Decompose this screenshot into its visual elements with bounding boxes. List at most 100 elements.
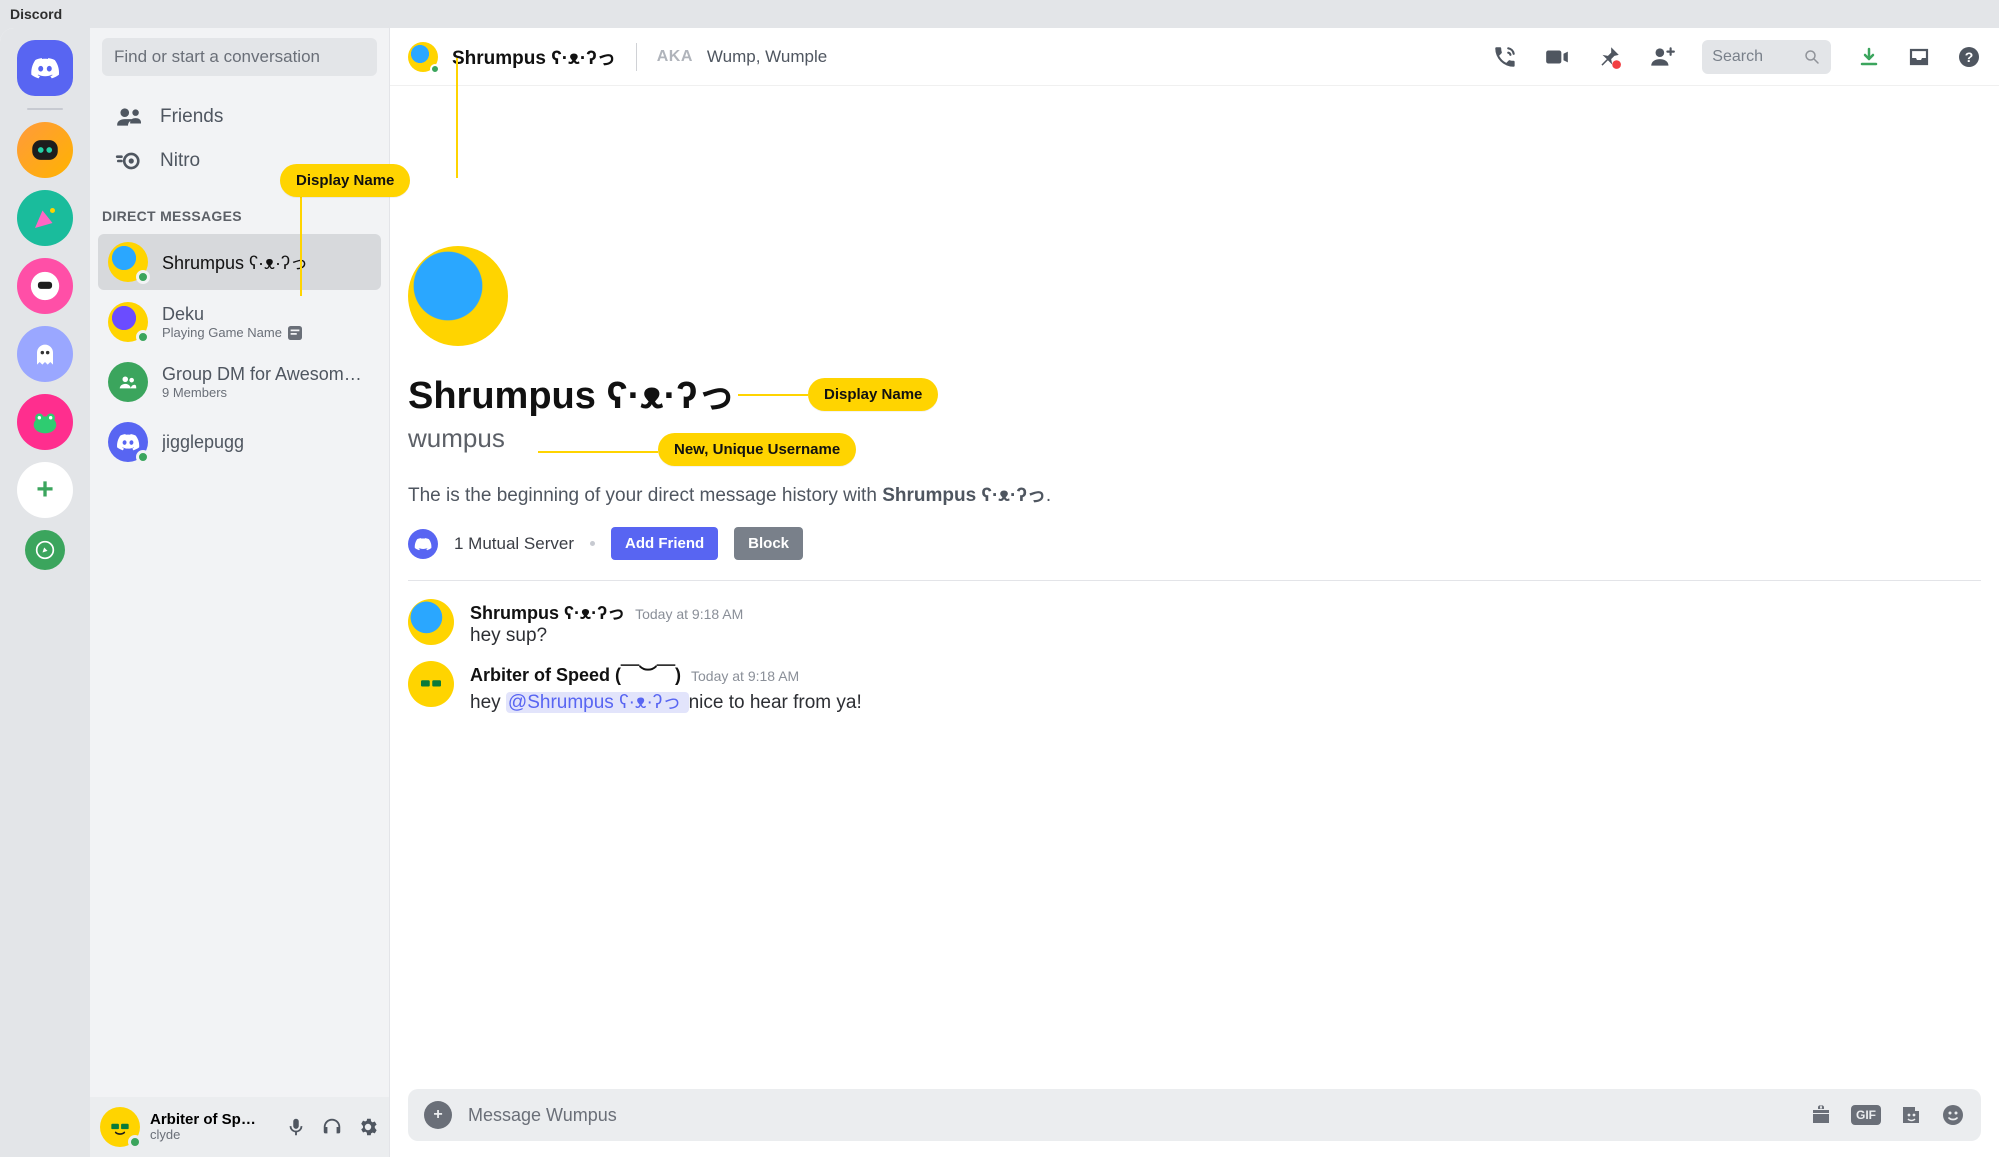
home-button[interactable]: [17, 40, 73, 96]
self-info[interactable]: Arbiter of Sp… clyde: [150, 1111, 275, 1143]
aka-label: AKA: [657, 48, 693, 66]
party-icon: [30, 203, 60, 233]
svg-text:?: ?: [1965, 49, 1974, 65]
friends-nav[interactable]: Friends: [98, 96, 381, 138]
dm-name: Shrumpus ʕ·ᴥ·ʔっ: [162, 249, 308, 275]
person-plus-icon: [1648, 44, 1676, 70]
emoji-icon: [1941, 1103, 1965, 1127]
dm-item-jigglepugg[interactable]: jigglepugg: [98, 414, 381, 470]
pinned-messages-button[interactable]: [1596, 44, 1622, 70]
user-footer: Arbiter of Sp… clyde: [90, 1097, 389, 1157]
app-frame: + Find or start a conversation Friends N…: [0, 28, 1999, 1157]
block-button[interactable]: Block: [734, 527, 803, 560]
avatar: [108, 242, 148, 282]
header-divider: [636, 43, 637, 71]
message-avatar[interactable]: [408, 599, 454, 645]
dm-activity: Playing Game Name: [162, 325, 302, 340]
server-icon-1[interactable]: [17, 122, 73, 178]
emoji-button[interactable]: [1941, 1103, 1965, 1127]
gear-icon: [357, 1116, 379, 1138]
dm-item-deku[interactable]: Deku Playing Game Name: [98, 294, 381, 350]
attach-button[interactable]: +: [424, 1101, 452, 1129]
add-friends-to-dm-button[interactable]: [1648, 44, 1676, 70]
rail-separator: [27, 108, 63, 110]
explore-servers-button[interactable]: [25, 530, 65, 570]
message-author[interactable]: Arbiter of Speed (￣︶￣): [470, 661, 681, 687]
mutual-servers-link[interactable]: 1 Mutual Server: [454, 534, 574, 554]
microphone-icon: [285, 1116, 307, 1138]
annotation-line: [300, 196, 302, 296]
sunglasses-icon: [416, 669, 446, 699]
phone-wave-icon: [1492, 44, 1518, 70]
search-input[interactable]: Search: [1702, 40, 1831, 74]
gift-button[interactable]: [1809, 1103, 1833, 1127]
compass-icon: [35, 540, 55, 560]
mute-button[interactable]: [285, 1116, 307, 1138]
quick-switcher-placeholder: Find or start a conversation: [114, 47, 320, 67]
sticker-button[interactable]: [1899, 1103, 1923, 1127]
downloads-button[interactable]: [1857, 45, 1881, 69]
self-avatar[interactable]: [100, 1107, 140, 1147]
mutual-server-icon: [408, 529, 438, 559]
deafen-button[interactable]: [321, 1116, 343, 1138]
profile-actions: 1 Mutual Server Add Friend Block: [408, 527, 1981, 560]
start-video-call-button[interactable]: [1544, 44, 1570, 70]
header-avatar: [408, 42, 438, 72]
discord-logo-icon: [116, 433, 140, 451]
chat-scroller[interactable]: Shrumpus ʕ·ᴥ·ʔっ wumpus Display Name New,…: [390, 86, 1999, 1081]
robot-face-icon: [28, 133, 62, 167]
download-icon: [1857, 45, 1881, 69]
profile-display-name: Shrumpus ʕ·ᴥ·ʔっ: [408, 364, 1981, 419]
dm-sidebar: Find or start a conversation Friends Nit…: [90, 28, 390, 1157]
server-rail: +: [0, 28, 90, 1157]
profile-avatar: [408, 246, 508, 346]
annotation-line: [738, 394, 808, 396]
status-online-icon: [136, 450, 150, 464]
server-icon-2[interactable]: [17, 190, 73, 246]
pin-icon: [1596, 44, 1622, 70]
video-icon: [1544, 44, 1570, 70]
help-icon: ?: [1957, 45, 1981, 69]
mention[interactable]: @Shrumpus ʕ·ᴥ·ʔっ: [506, 692, 689, 713]
add-server-button[interactable]: +: [17, 462, 73, 518]
start-voice-call-button[interactable]: [1492, 44, 1518, 70]
aka-value: Wump, Wumple: [707, 47, 827, 67]
dm-name: Deku: [162, 304, 302, 325]
quick-switcher[interactable]: Find or start a conversation: [102, 38, 377, 76]
sticker-icon: [1899, 1103, 1923, 1127]
message-author[interactable]: Shrumpus ʕ·ᴥ·ʔっ: [470, 599, 625, 625]
dm-name: jigglepugg: [162, 432, 244, 453]
friends-label: Friends: [160, 106, 223, 128]
message-timestamp: Today at 9:18 AM: [635, 606, 743, 622]
rich-presence-icon: [288, 326, 302, 340]
chat-header: Shrumpus ʕ·ᴥ·ʔっ AKA Wump, Wumple Search …: [390, 28, 1999, 86]
self-username: clyde: [150, 1128, 275, 1143]
dm-item-group[interactable]: Group DM for Awesom… 9 Members: [98, 354, 381, 410]
message-avatar[interactable]: [408, 661, 454, 707]
dm-item-shrumpus[interactable]: Shrumpus ʕ·ᴥ·ʔっ: [98, 234, 381, 290]
server-icon-5[interactable]: [17, 394, 73, 450]
gif-button[interactable]: GIF: [1851, 1105, 1881, 1125]
inbox-icon: [1907, 45, 1931, 69]
headphones-icon: [321, 1116, 343, 1138]
ghost-icon: [29, 338, 61, 370]
server-icon-4[interactable]: [17, 326, 73, 382]
message-composer[interactable]: + Message Wumpus GIF: [408, 1089, 1981, 1141]
add-friend-button[interactable]: Add Friend: [611, 527, 718, 560]
server-icon-3[interactable]: [17, 258, 73, 314]
message: Arbiter of Speed (￣︶￣) Today at 9:18 AM …: [408, 661, 1981, 714]
search-placeholder: Search: [1712, 48, 1763, 66]
search-icon: [1803, 48, 1821, 66]
message-content: hey @Shrumpus ʕ·ᴥ·ʔっ nice to hear from y…: [470, 687, 862, 714]
self-display-name: Arbiter of Sp…: [150, 1111, 275, 1128]
composer-placeholder: Message Wumpus: [468, 1105, 1793, 1126]
help-button[interactable]: ?: [1957, 45, 1981, 69]
header-title: Shrumpus ʕ·ᴥ·ʔっ: [452, 43, 616, 70]
dm-section-header: DIRECT MESSAGES: [90, 192, 389, 232]
settings-button[interactable]: [357, 1116, 379, 1138]
status-online-icon: [136, 330, 150, 344]
status-online-icon: [128, 1135, 142, 1149]
annotation-line: [538, 451, 658, 453]
inbox-button[interactable]: [1907, 45, 1931, 69]
avatar: [108, 302, 148, 342]
